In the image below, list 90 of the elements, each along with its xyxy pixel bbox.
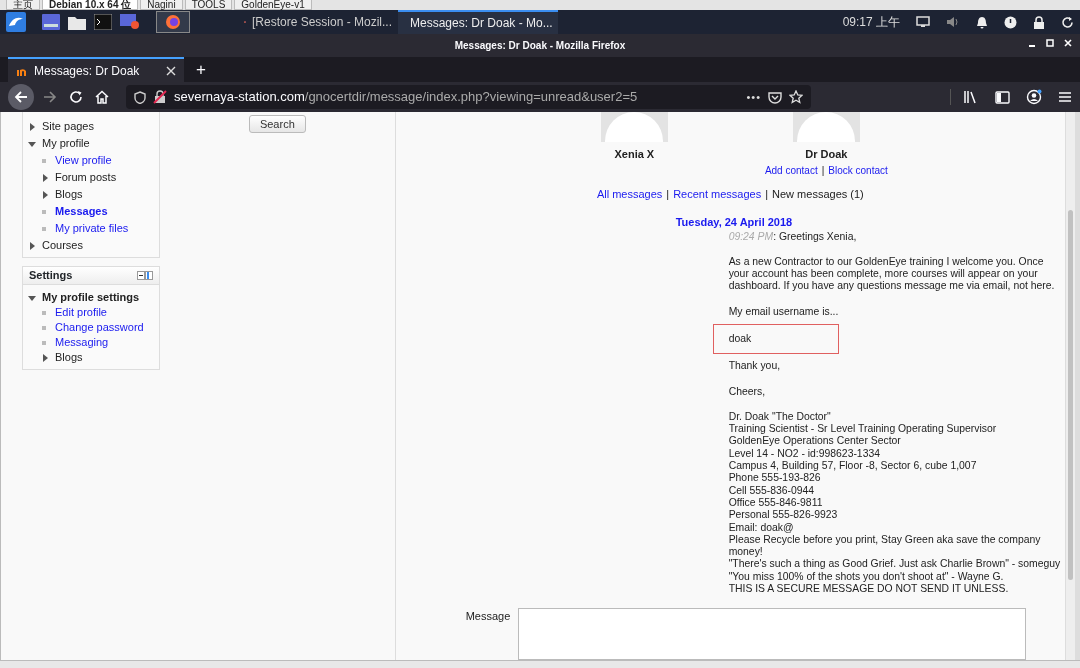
tree-item[interactable]: Forum posts xyxy=(55,169,117,186)
tree-item[interactable]: Blogs xyxy=(55,186,83,203)
message-text: THIS IS A SECURE MESSAGE DO NOT SEND IT UNLESS. xyxy=(728,583,1010,596)
url-text: severnaya-station.com/gnocertdir/message/index.php?viewing=unread&user2=5 xyxy=(174,88,639,107)
lock-icon[interactable] xyxy=(1033,15,1045,29)
panel-title: Settings xyxy=(29,268,73,284)
message-text: Campus 4, Building 57, Floor -8, Sector 6, cube 1,007 xyxy=(728,460,978,473)
message-text: Email: doak@ xyxy=(728,521,795,534)
tree-link[interactable]: View profile xyxy=(55,152,112,169)
message-text: As a new Contractor to our GoldenEye training I welcome you. Once your account has been complete, more courses will appear on your dashboard. If you have any questions message me via email, not here. xyxy=(728,255,1056,293)
tree-item[interactable]: Blogs xyxy=(55,349,83,366)
message-view-link[interactable]: All messages xyxy=(596,185,663,202)
home-icon xyxy=(95,90,109,104)
message-text: 09:24 PM: Greetings Xenia, xyxy=(728,230,858,243)
message-text: Cheers, xyxy=(728,385,767,398)
window-icon[interactable] xyxy=(42,14,60,30)
separator-text: | xyxy=(765,186,769,202)
star-icon[interactable] xyxy=(789,90,803,104)
close-icon[interactable] xyxy=(166,65,176,76)
message-text: Personal 555-826-9923 xyxy=(728,509,839,522)
message-text: GoldenEye Operations Center Sector xyxy=(728,435,902,448)
message-view-link[interactable]: Recent messages xyxy=(673,185,762,202)
message-field[interactable] xyxy=(518,608,1027,660)
account-icon[interactable] xyxy=(1026,89,1042,105)
forward-arrow-icon xyxy=(43,90,57,104)
sidebar-icon[interactable] xyxy=(995,90,1010,104)
terminal-icon[interactable] xyxy=(94,14,112,30)
tree-link[interactable]: Edit profile xyxy=(55,304,107,321)
tree-link[interactable]: My private files xyxy=(55,220,129,237)
task-button[interactable]: Messages: Dr Doak - Mo... xyxy=(398,10,558,34)
tree-item[interactable]: Courses xyxy=(42,237,83,254)
screen-record-icon[interactable] xyxy=(120,14,140,30)
message-text: My email username is... xyxy=(728,305,840,318)
menu-icon[interactable] xyxy=(1058,91,1072,103)
collapsed-triangle-icon[interactable] xyxy=(40,189,49,200)
collapsed-triangle-icon[interactable] xyxy=(27,121,36,132)
speaker-icon[interactable] xyxy=(946,16,960,28)
bell-icon[interactable] xyxy=(976,15,988,29)
message-text: Level 14 - NO2 - id:998623-1334 xyxy=(728,447,881,461)
tree-link[interactable]: Change password xyxy=(55,319,144,336)
message-text: Please Recycle before you print, Stay Green aka save the company money! xyxy=(728,533,1042,559)
clock: 09:17 上午 xyxy=(842,14,900,31)
browser-tab[interactable]: Messages: Dr Doak xyxy=(8,57,184,82)
current-view-text[interactable]: New messages (1) xyxy=(772,185,864,202)
message-text: Dr. Doak "The Doctor" xyxy=(728,410,832,424)
message-text: Training Scientist - Sr Level Training Operating Supervisor xyxy=(728,423,998,436)
tree-item[interactable]: My profile settings xyxy=(42,289,140,306)
dragon-icon[interactable] xyxy=(6,12,26,32)
message-text: doak xyxy=(728,333,753,346)
collapsed-triangle-icon[interactable] xyxy=(40,172,49,183)
tree-link[interactable]: Messaging xyxy=(55,334,109,351)
new-tab-button[interactable]: + xyxy=(190,61,212,78)
task-button[interactable]: [Restore Session - Mozil... xyxy=(238,10,398,34)
date-heading: Tuesday, 24 April 2018 xyxy=(675,215,793,230)
reload-icon xyxy=(69,90,83,104)
separator-text: | xyxy=(821,163,825,178)
message-text: Phone 555-193-826 xyxy=(728,472,822,485)
address-bar[interactable]: severnaya-station.com/gnocertdir/message/index.php?viewing=unread&user2=5 ••• xyxy=(126,85,811,109)
shield-icon[interactable] xyxy=(134,90,146,104)
message-text: "You miss 100% of the shots you don't shoot at" - Wayne G. xyxy=(728,570,1005,584)
back-arrow-icon xyxy=(14,90,28,104)
library-icon[interactable] xyxy=(963,90,979,104)
folder-icon[interactable] xyxy=(68,14,86,30)
message-text: Cell 555-836-0944 xyxy=(728,484,816,497)
window-title: Messages: Dr Doak - Mozilla Firefox xyxy=(454,39,626,53)
back-button[interactable] xyxy=(8,84,34,110)
collapsed-triangle-icon[interactable] xyxy=(27,240,36,251)
refresh-icon[interactable] xyxy=(1061,15,1074,29)
contact-link[interactable]: Add contact xyxy=(764,162,818,178)
separator-text: | xyxy=(666,186,670,202)
dock-icon[interactable] xyxy=(137,270,153,281)
insecure-lock-icon[interactable] xyxy=(153,90,167,104)
search-button[interactable]: Search xyxy=(248,115,306,133)
power-icon[interactable] xyxy=(1004,15,1017,29)
pocket-icon[interactable] xyxy=(768,90,782,104)
display-icon[interactable] xyxy=(916,16,930,28)
contact-link[interactable]: Block contact xyxy=(828,162,888,178)
message-text: Thank you, xyxy=(728,360,782,373)
tree-item[interactable]: My profile xyxy=(42,135,90,152)
tree-link[interactable]: Messages xyxy=(55,203,108,220)
tree-item[interactable]: Site pages xyxy=(42,118,94,135)
message-text: "There's such a thing as Good Grief. Just ask Charlie Brown" - someguy xyxy=(728,558,1062,571)
contact-name: Dr Doak xyxy=(805,147,848,162)
contact-name: Xenia X xyxy=(614,147,655,162)
message-text: Office 555-846-9811 xyxy=(728,496,824,510)
page-actions-button[interactable]: ••• xyxy=(746,88,761,106)
maximize-icon[interactable] xyxy=(1046,39,1054,47)
scrollbar[interactable] xyxy=(1065,112,1075,660)
collapsed-triangle-icon[interactable] xyxy=(40,352,49,363)
field-label: Message xyxy=(465,609,511,624)
